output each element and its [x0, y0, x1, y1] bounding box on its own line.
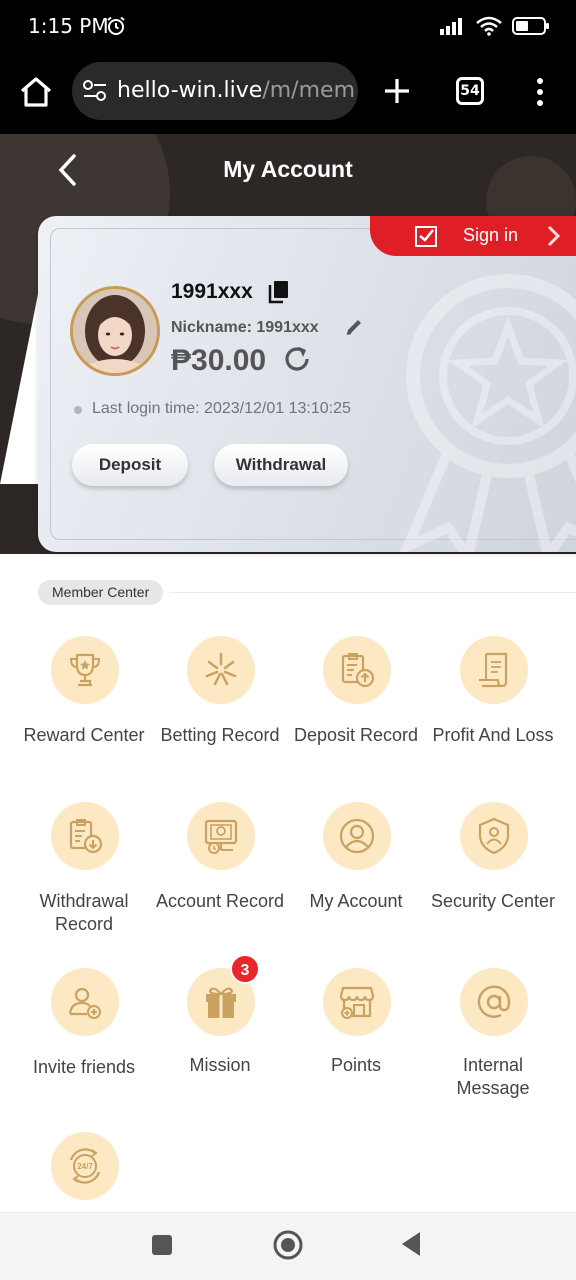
home-icon[interactable]: [18, 74, 54, 110]
home-circle-icon[interactable]: [272, 1229, 304, 1261]
withdrawal-record-icon-bg: [51, 802, 119, 870]
gift-icon: [206, 987, 236, 1018]
menu-item-withdrawal-record[interactable]: Withdrawal Record: [16, 802, 152, 934]
shield-icon: [478, 817, 510, 855]
menu-item-invite-friends[interactable]: Invite friends: [16, 968, 152, 1100]
nickname: Nickname: 1991xxx: [171, 319, 319, 336]
more-options-icon[interactable]: [532, 77, 548, 107]
tab-count-button[interactable]: 54: [456, 77, 484, 105]
chevron-right-icon: [547, 225, 561, 247]
recent-apps-button[interactable]: [152, 1235, 172, 1255]
store-icon: [339, 986, 375, 1019]
withdrawal-button[interactable]: Withdrawal: [214, 444, 348, 486]
menu-item-mission[interactable]: 3 Mission: [152, 954, 288, 1100]
menu-item-reward-center[interactable]: Reward Center: [16, 636, 152, 756]
account-card: Sign in 1991xxx Nickname: 1991xxx ₱30.00…: [38, 216, 576, 552]
avatar[interactable]: [70, 286, 160, 376]
at-icon: [477, 985, 511, 1018]
menu-label: Security Center: [430, 891, 556, 911]
svg-text:24/7: 24/7: [77, 1162, 93, 1171]
site-settings-icon[interactable]: [82, 79, 108, 103]
account-record-icon-bg: [187, 802, 255, 870]
menu-label: Invite friends: [32, 1057, 136, 1077]
deposit-button[interactable]: Deposit: [72, 444, 188, 486]
url-domain: hello-win.live: [117, 78, 263, 103]
sign-in-label: Sign in: [463, 225, 519, 245]
back-triangle-icon[interactable]: [400, 1231, 422, 1257]
mission-notification-badge: 3: [230, 954, 260, 984]
withdrawal-record-icon: [69, 819, 103, 854]
trophy-icon: [69, 653, 101, 687]
page-title: My Account: [223, 156, 353, 182]
medal-watermark-icon: [400, 274, 576, 552]
avatar-image: [73, 289, 157, 373]
menu-label: Points: [330, 1055, 382, 1075]
betting-record-icon-bg: [187, 636, 255, 704]
menu-item-account-record[interactable]: Account Record: [152, 802, 288, 934]
section-divider: [170, 592, 576, 593]
status-bar: 1:15 PM: [0, 0, 576, 56]
copy-icon[interactable]: [268, 280, 290, 304]
menu-label: Withdrawal Record: [39, 891, 129, 934]
reward-center-icon-bg: [51, 636, 119, 704]
menu-label: Betting Record: [160, 725, 280, 745]
new-tab-icon[interactable]: [382, 76, 412, 106]
menu-item-internal-message[interactable]: Internal Message: [425, 968, 561, 1100]
security-center-icon-bg: [460, 802, 528, 870]
my-account-icon-bg: [323, 802, 391, 870]
system-navigation-bar: [0, 1212, 576, 1280]
username: 1991xxx: [171, 280, 253, 303]
invite-friends-icon-bg: [51, 968, 119, 1036]
edit-pencil-icon[interactable]: [344, 317, 364, 337]
status-time: 1:15 PM: [28, 14, 109, 38]
alarm-icon: [107, 16, 125, 35]
user-icon: [339, 818, 375, 854]
betting-icon: [205, 652, 237, 686]
wifi-icon: [476, 16, 502, 36]
menu-label: Internal Message: [456, 1055, 530, 1098]
menu-item-points[interactable]: Points: [288, 968, 424, 1100]
login-status-dot: [74, 406, 82, 414]
balance-amount: ₱30.00: [171, 344, 267, 377]
menu-item-security-center[interactable]: Security Center: [425, 802, 561, 934]
menu-item-betting-record[interactable]: Betting Record: [152, 636, 288, 756]
browser-toolbar: hello-win.live/m/mem 54: [0, 56, 576, 134]
internal-message-icon-bg: [460, 968, 528, 1036]
support-icon-bg: 24/7: [51, 1132, 119, 1200]
signal-icon: [440, 18, 462, 35]
menu-label: Account Record: [155, 891, 285, 911]
last-login-time: Last login time: 2023/12/01 13:10:25: [92, 400, 351, 417]
menu-label: Profit And Loss: [432, 725, 554, 745]
refresh-icon[interactable]: [282, 344, 312, 374]
url-path: /m/mem: [262, 78, 355, 103]
menu-label: Reward Center: [23, 725, 145, 745]
menu-label: Mission: [189, 1055, 251, 1075]
menu-item-profit-and-loss[interactable]: Profit And Loss: [425, 636, 561, 768]
menu-label: Deposit Record: [293, 725, 419, 745]
menu-item-deposit-record[interactable]: Deposit Record: [288, 636, 424, 756]
deposit-record-icon: [341, 653, 375, 688]
menu-item-my-account[interactable]: My Account: [288, 802, 424, 934]
address-bar[interactable]: hello-win.live/m/mem: [72, 62, 358, 120]
deposit-record-icon-bg: [323, 636, 391, 704]
points-icon-bg: [323, 968, 391, 1036]
url-text: hello-win.live/m/mem: [117, 78, 355, 103]
account-record-icon: [204, 819, 238, 854]
invite-icon: [68, 987, 101, 1019]
member-center-title: Member Center: [38, 580, 164, 605]
battery-icon: [512, 17, 549, 35]
profit-and-loss-icon-bg: [460, 636, 528, 704]
receipt-icon: [479, 652, 508, 688]
sign-in-button[interactable]: Sign in: [370, 216, 576, 256]
menu-item-support[interactable]: 24/7: [16, 1132, 152, 1208]
menu-label: My Account: [309, 891, 403, 911]
support-24-7-icon: 24/7: [69, 1148, 101, 1184]
decorative-shape: [0, 284, 40, 484]
checkbox-icon: [415, 226, 437, 247]
